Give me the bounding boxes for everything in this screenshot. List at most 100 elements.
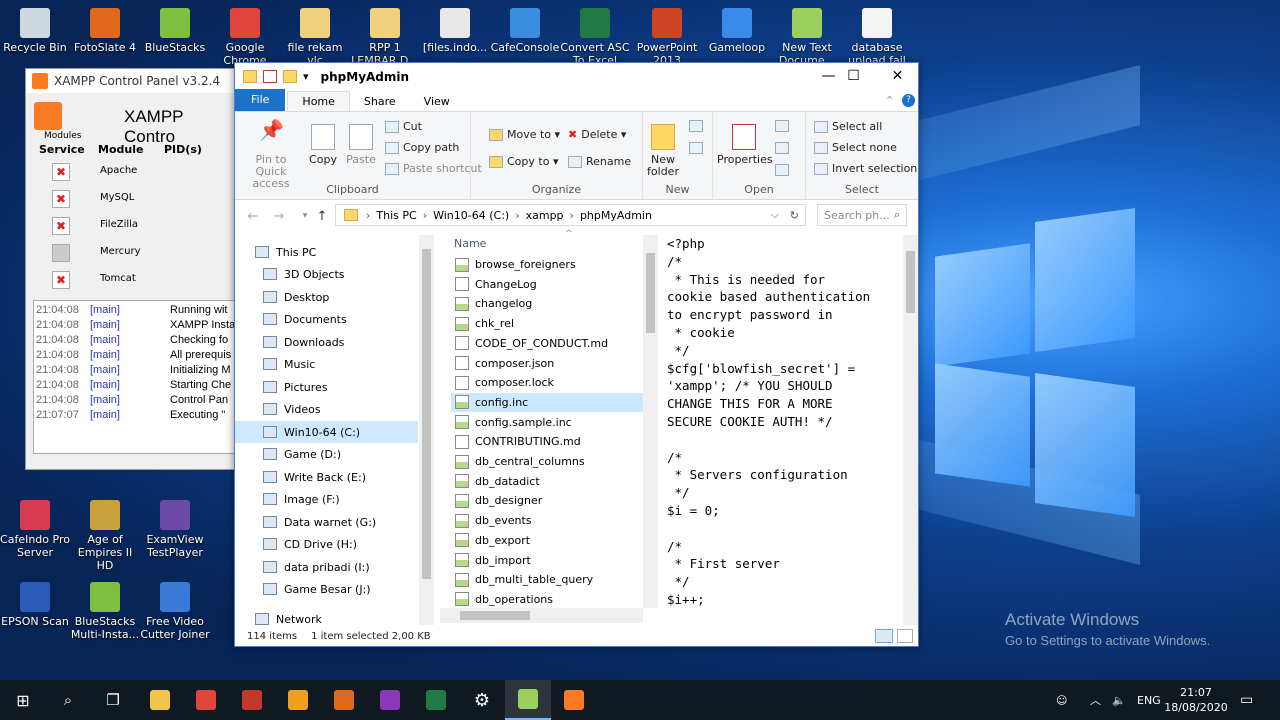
file-row[interactable]: CONTRIBUTING.md bbox=[451, 432, 643, 451]
service-status-button[interactable]: ✖ bbox=[52, 163, 70, 181]
select-all-button[interactable]: Select all bbox=[814, 120, 882, 133]
copy-path-button[interactable]: Copy path bbox=[385, 141, 459, 154]
tree-item[interactable]: Desktop bbox=[235, 286, 418, 308]
people-icon[interactable]: ☺ bbox=[1056, 680, 1067, 720]
tree-item[interactable]: Image (F:) bbox=[235, 488, 418, 510]
address-bar[interactable]: › This PC › Win10-64 (C:) › xampp › phpM… bbox=[335, 204, 806, 226]
open-icon[interactable] bbox=[775, 120, 789, 132]
excel-task[interactable] bbox=[413, 680, 459, 720]
xampp-control-panel[interactable]: XAMPP Control Panel v3.2.4 XAMPP Contro … bbox=[25, 68, 238, 470]
select-none-button[interactable]: Select none bbox=[814, 141, 897, 154]
desktop-icon[interactable]: [files.indo... bbox=[420, 8, 490, 54]
notepad-task[interactable] bbox=[505, 680, 551, 720]
desktop-icon[interactable]: BlueStacks bbox=[140, 8, 210, 54]
tree-item[interactable]: Pictures bbox=[235, 376, 418, 398]
new-folder-button[interactable]: New folder bbox=[645, 124, 681, 178]
notification-icon[interactable]: ▭ bbox=[1240, 680, 1253, 720]
properties-button[interactable]: Properties bbox=[717, 124, 773, 166]
desktop-icon[interactable]: RPP 1 LEMBAR D... bbox=[350, 8, 420, 67]
paste-shortcut-button[interactable]: Paste shortcut bbox=[385, 162, 482, 175]
delete-button[interactable]: ✖ Delete ▾ bbox=[568, 128, 626, 141]
tree-item[interactable]: This PC bbox=[235, 241, 418, 263]
app-task[interactable] bbox=[229, 680, 275, 720]
name-column-header[interactable]: Name bbox=[454, 237, 486, 250]
pin-quick-access-button[interactable]: 📌 Pin to Quick access bbox=[239, 120, 303, 190]
paste-button[interactable]: Paste bbox=[343, 124, 379, 166]
volume-icon[interactable]: 🔈 bbox=[1112, 680, 1126, 720]
tab-view[interactable]: View bbox=[410, 92, 464, 111]
breadcrumb-this-pc[interactable]: This PC bbox=[376, 209, 416, 222]
desktop-icon[interactable]: Free Video Cutter Joiner bbox=[140, 582, 210, 641]
service-status-button[interactable]: ✖ bbox=[52, 190, 70, 208]
tree-item[interactable]: Win10-64 (C:) bbox=[235, 421, 418, 443]
xampp-log[interactable]: 21:04:08 [main] Running wit 21:04:08 [main] X… bbox=[33, 300, 238, 454]
desktop-icon[interactable]: Google Chrome bbox=[210, 8, 280, 67]
desktop-icon[interactable]: New Text Docume... bbox=[772, 8, 842, 67]
scroll-thumb[interactable] bbox=[906, 251, 915, 313]
search-input[interactable]: Search ph... ⌕ bbox=[817, 204, 907, 226]
move-to-button[interactable]: Move to ▾ bbox=[489, 128, 560, 141]
scroll-thumb[interactable] bbox=[422, 249, 431, 579]
desktop-icon[interactable]: PowerPoint 2013 bbox=[632, 8, 702, 67]
xampp-titlebar[interactable]: XAMPP Control Panel v3.2.4 bbox=[26, 69, 236, 93]
file-explorer-window[interactable]: ▾ phpMyAdmin — ☐ ✕ File Home Share View … bbox=[234, 62, 919, 647]
file-row[interactable]: db_central_columns bbox=[451, 452, 643, 471]
desktop-icon[interactable]: CafeConsole bbox=[490, 8, 560, 54]
file-row[interactable]: changelog bbox=[451, 294, 643, 313]
file-row[interactable]: db_events bbox=[451, 511, 643, 530]
tree-item[interactable]: Videos bbox=[235, 398, 418, 420]
new-item-icon[interactable] bbox=[689, 120, 703, 132]
file-row[interactable]: db_designer bbox=[451, 491, 643, 510]
language-indicator[interactable]: ENG bbox=[1137, 680, 1161, 720]
maximize-button[interactable]: ☐ bbox=[831, 63, 876, 90]
file-row[interactable]: config.inc bbox=[451, 392, 643, 412]
scroll-thumb[interactable] bbox=[646, 253, 655, 333]
folder-icon[interactable] bbox=[243, 70, 257, 83]
file-row[interactable]: db_datadict bbox=[451, 472, 643, 491]
collapse-ribbon-icon[interactable]: ⌃ bbox=[885, 94, 894, 107]
navigation-scrollbar[interactable] bbox=[419, 235, 434, 625]
file-row[interactable]: CODE_OF_CONDUCT.md bbox=[451, 334, 643, 353]
tree-item[interactable]: Data warnet (G:) bbox=[235, 511, 418, 533]
breadcrumb-phpmyadmin[interactable]: phpMyAdmin bbox=[580, 209, 652, 222]
file-explorer-task[interactable] bbox=[137, 680, 183, 720]
service-status-button[interactable] bbox=[52, 244, 70, 262]
pdf-task[interactable] bbox=[367, 680, 413, 720]
desktop-icon[interactable]: CafeIndo Pro Server bbox=[0, 500, 70, 559]
tree-item[interactable]: CD Drive (H:) bbox=[235, 533, 418, 555]
tree-item[interactable]: Music bbox=[235, 353, 418, 375]
file-row[interactable]: db_import bbox=[451, 551, 643, 570]
file-list-scrollbar[interactable] bbox=[643, 235, 658, 608]
desktop-icon[interactable]: file rekam vlc bbox=[280, 8, 350, 67]
file-row[interactable]: db_operations bbox=[451, 590, 643, 609]
tree-item[interactable]: Write Back (E:) bbox=[235, 466, 418, 488]
desktop-icon[interactable]: ExamView TestPlayer bbox=[140, 500, 210, 559]
desktop-icon[interactable]: Recycle Bin bbox=[0, 8, 70, 54]
file-row[interactable]: ChangeLog bbox=[451, 275, 643, 294]
tree-item[interactable]: Game Besar (J:) bbox=[235, 578, 418, 600]
fotoslate-task[interactable] bbox=[321, 680, 367, 720]
desktop-icon[interactable]: Gameloop bbox=[702, 8, 772, 54]
xampp-task[interactable] bbox=[551, 680, 597, 720]
forward-arrow-icon[interactable]: → bbox=[269, 209, 289, 224]
file-row[interactable]: composer.lock bbox=[451, 373, 643, 392]
properties-icon[interactable] bbox=[263, 70, 277, 83]
copy-button[interactable]: Copy bbox=[305, 124, 341, 166]
file-row[interactable]: config.sample.inc bbox=[451, 413, 643, 432]
history-icon[interactable] bbox=[775, 164, 789, 176]
tree-item[interactable]: data pribadi (I:) bbox=[235, 556, 418, 578]
service-status-button[interactable]: ✖ bbox=[52, 271, 70, 289]
large-icons-view-icon[interactable] bbox=[897, 629, 913, 643]
tab-file[interactable]: File bbox=[235, 89, 286, 111]
file-list-hscrollbar[interactable] bbox=[440, 608, 643, 623]
chevron-down-icon[interactable]: ▾ bbox=[303, 70, 309, 83]
tab-home[interactable]: Home bbox=[287, 91, 350, 111]
back-arrow-icon[interactable]: ← bbox=[243, 209, 263, 224]
desktop-icon[interactable]: FotoSlate 4 bbox=[70, 8, 140, 54]
tray-overflow-icon[interactable]: ︿ bbox=[1090, 680, 1101, 720]
easy-access-icon[interactable] bbox=[689, 142, 703, 154]
help-icon[interactable]: ? bbox=[902, 94, 915, 107]
copy-to-button[interactable]: Copy to ▾ bbox=[489, 155, 558, 168]
up-arrow-icon[interactable]: ↑ bbox=[312, 209, 332, 224]
refresh-icon[interactable]: ↻ bbox=[790, 209, 799, 222]
